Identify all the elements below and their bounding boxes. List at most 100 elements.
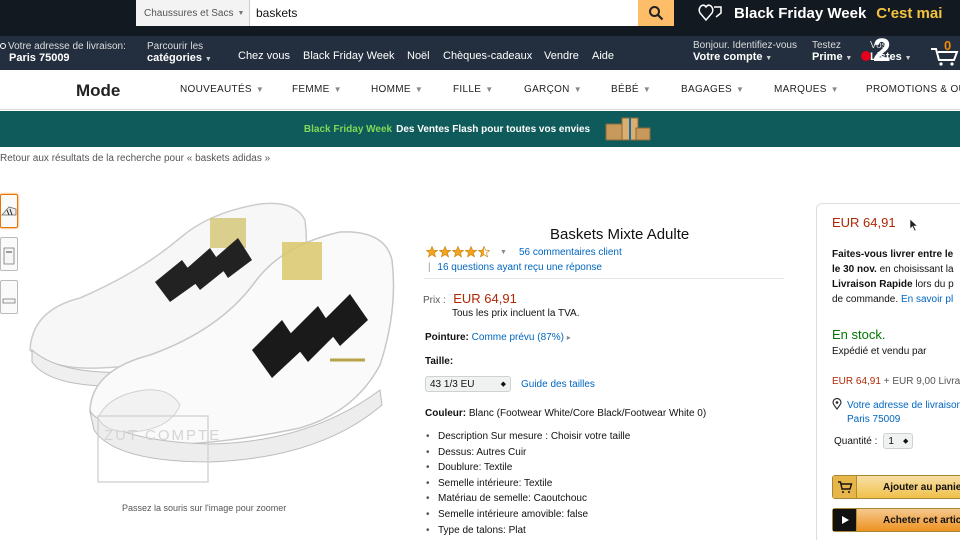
prime-title: Prime <box>812 51 843 63</box>
delivery-address[interactable]: Votre adresse de livraison: Paris 75009 <box>0 41 126 64</box>
thumbnail-2[interactable] <box>0 237 18 271</box>
nav-link-chez-vous[interactable]: Chez vous <box>238 50 290 62</box>
banner-highlight: Black Friday Week <box>303 123 393 135</box>
mode-item-homme[interactable]: HOMME ▼ <box>371 84 423 95</box>
divider <box>424 278 784 279</box>
delivery-label: Votre adresse de livraison: <box>8 41 126 52</box>
divider: | <box>428 262 431 273</box>
nav-link-black-friday[interactable]: Black Friday Week <box>303 50 395 62</box>
thumbnail-3[interactable] <box>0 280 18 314</box>
mode-item-bagages[interactable]: BAGAGES ▼ <box>681 84 744 95</box>
quantity-select[interactable]: 1 ◆ <box>883 433 914 449</box>
breadcrumb[interactable]: Retour aux résultats de la recherche pou… <box>0 153 270 164</box>
mode-item-promotions[interactable]: PROMOTIONS & OU <box>866 84 960 95</box>
chevron-down-icon[interactable]: ▼ <box>500 249 507 256</box>
shipping-price-value: EUR 64,91 <box>832 376 881 387</box>
nav-link-noel[interactable]: Noël <box>407 50 430 62</box>
chevron-down-icon: ▼ <box>642 85 652 94</box>
fit-link[interactable]: Comme prévu (87%) <box>472 332 564 343</box>
product-image[interactable]: ZUT COMPTE <box>20 190 410 495</box>
mode-item-femme[interactable]: FEMME ▼ <box>292 84 342 95</box>
reviews-link[interactable]: 56 commentaires client <box>519 247 622 258</box>
stock-status: En stock. <box>832 327 886 342</box>
chevron-right-icon: ▸ <box>566 333 571 342</box>
color-row: Couleur: Blanc (Footwear White/Core Blac… <box>425 408 706 419</box>
nav-link-help[interactable]: Aide <box>592 50 614 62</box>
tv-logo-number: 2 <box>873 32 891 68</box>
list-item: Dessus: Autres Cuir <box>424 447 630 463</box>
delivery-line2: en choisissant la <box>876 264 954 275</box>
mode-item-fille[interactable]: FILLE ▼ <box>453 84 493 95</box>
mode-item-label: GARÇON <box>524 84 570 95</box>
feature-list: Description Sur mesure : Choisir votre t… <box>424 431 630 540</box>
shoe-thumbnail-icon <box>2 298 16 304</box>
account-menu[interactable]: Bonjour. Identifiez-vous Votre compte ▼ <box>693 40 797 63</box>
search-category-dropdown[interactable]: Chaussures et Sacs ▼ <box>136 0 250 26</box>
search-category-label: Chaussures et Sacs <box>144 7 234 19</box>
address-line2: Paris 75009 <box>847 414 901 425</box>
quantity-row: Quantité : 1 ◆ <box>834 433 914 449</box>
add-to-cart-button[interactable]: Ajouter au panie <box>832 475 960 499</box>
mode-item-marques[interactable]: MARQUES ▼ <box>774 84 839 95</box>
promo-tagline: C'est mai <box>876 4 943 22</box>
mode-title[interactable]: Mode <box>76 81 120 101</box>
mode-item-label: FEMME <box>292 84 330 95</box>
color-label: Couleur: <box>425 408 467 419</box>
mode-item-nouveautes[interactable]: NOUVEAUTÉS ▼ <box>180 84 264 95</box>
size-row: 43 1/3 EU ◆ Guide des tailles <box>425 376 595 392</box>
browse-title: catégories <box>147 52 203 64</box>
list-item: Semelle intérieure amovible: false <box>424 509 630 525</box>
fit-row: Pointure: Comme prévu (87%) ▸ <box>425 332 571 343</box>
chevron-down-icon: ▼ <box>830 85 839 94</box>
mode-item-label: FILLE <box>453 84 482 95</box>
chevron-down-icon: ▼ <box>333 85 342 94</box>
questions-row: | 16 questions ayant reçu une réponse <box>428 262 602 273</box>
shoe-thumbnail-icon <box>3 247 15 265</box>
nav-link-gift-cards[interactable]: Chèques-cadeaux <box>443 50 532 62</box>
shoe-thumbnail-icon <box>1 206 17 216</box>
price-label: Prix : <box>423 295 446 306</box>
cart-icon <box>931 48 959 66</box>
mode-item-bebe[interactable]: BÉBÉ ▼ <box>611 84 651 95</box>
delivery-line3: lors du p <box>912 279 954 290</box>
account-greeting: Bonjour. Identifiez-vous <box>693 40 797 51</box>
size-select[interactable]: 43 1/3 EU ◆ <box>425 376 511 392</box>
delivery-address-text: Votre adresse de livraison Paris 75009 <box>847 399 960 427</box>
chevron-down-icon: ▼ <box>765 55 773 62</box>
flash-sale-banner[interactable]: Black Friday Week Des Ventes Flash pour … <box>0 111 960 147</box>
buybox-price: EUR 64,91 <box>832 215 896 230</box>
buy-now-button[interactable]: Acheter cet artic <box>832 508 960 532</box>
browse-label: Parcourir les <box>147 41 204 52</box>
list-item: Doublure: Textile <box>424 462 630 478</box>
size-guide-link[interactable]: Guide des tailles <box>521 379 595 390</box>
delivery-line4: de commande. <box>832 294 901 305</box>
search-icon <box>649 6 664 21</box>
promo-title: Black Friday Week <box>734 4 867 22</box>
play-icon <box>833 509 857 531</box>
shipping-price: EUR 64,91 + EUR 9,00 Livrai <box>832 376 960 387</box>
search-button[interactable] <box>638 0 674 26</box>
nav-link-sell[interactable]: Vendre <box>544 50 579 62</box>
mode-item-garcon[interactable]: GARÇON ▼ <box>524 84 582 95</box>
mode-item-label: NOUVEAUTÉS <box>180 84 252 95</box>
chevron-down-icon: ▼ <box>904 55 912 62</box>
browse-categories[interactable]: Parcourir les catégories ▼ <box>147 41 212 64</box>
location-pin-icon <box>0 43 6 49</box>
prime-menu[interactable]: Testez Prime ▼ <box>812 40 852 63</box>
quantity-value: 1 <box>888 435 894 447</box>
search-input[interactable] <box>250 0 638 26</box>
sold-by: Expédié et vendu par <box>832 346 927 357</box>
delivery-date: le 30 nov. <box>832 264 877 275</box>
quantity-label: Quantité : <box>834 435 878 447</box>
black-friday-promo[interactable]: Black Friday Week C'est mai <box>698 2 942 24</box>
cart-icon <box>833 476 857 498</box>
cart-button[interactable]: 0 <box>930 38 960 68</box>
chevron-down-icon: ▼ <box>573 85 582 94</box>
chevron-down-icon: ▼ <box>237 9 245 17</box>
rating-stars-icon[interactable] <box>426 246 494 258</box>
chevron-updown-icon: ◆ <box>500 381 506 388</box>
learn-more-link[interactable]: En savoir pl <box>901 294 953 305</box>
mode-item-label: BÉBÉ <box>611 84 639 95</box>
thumbnail-1[interactable] <box>0 194 18 228</box>
questions-link[interactable]: 16 questions ayant reçu une réponse <box>437 262 602 273</box>
